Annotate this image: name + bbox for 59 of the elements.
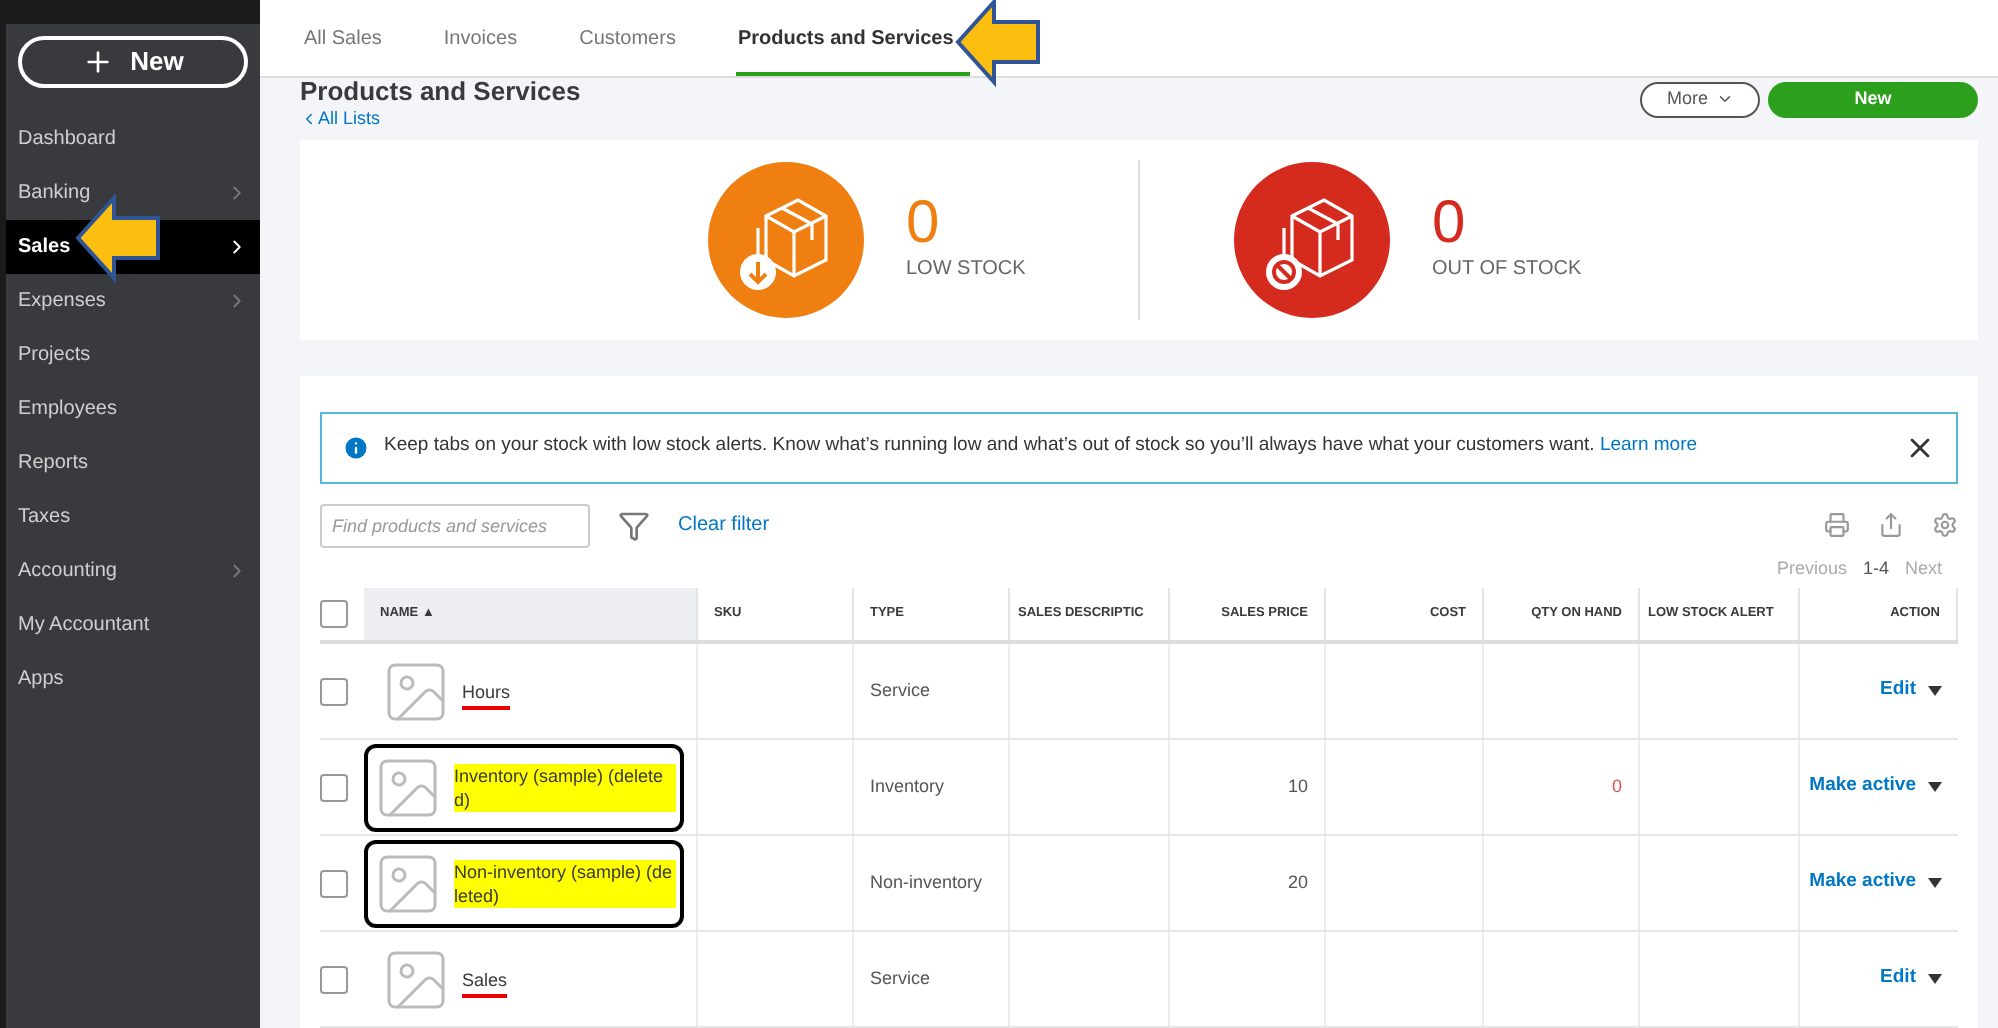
action-link[interactable]: Make active xyxy=(1809,772,1916,802)
caret-icon[interactable] xyxy=(1928,878,1942,888)
sidebar-item[interactable]: Apps xyxy=(6,652,260,706)
sidebar-item[interactable]: Dashboard xyxy=(6,112,260,166)
checkbox[interactable] xyxy=(320,965,348,993)
sidebar-item[interactable]: Banking xyxy=(6,166,260,220)
search-field[interactable]: Find products and services xyxy=(320,503,590,547)
caret-icon[interactable] xyxy=(1928,686,1942,696)
sidebar-item[interactable]: My Accountant xyxy=(6,598,260,652)
action-link[interactable]: Edit xyxy=(1880,964,1916,994)
sidebar-item[interactable]: Expenses xyxy=(6,274,260,328)
info-icon xyxy=(342,433,370,461)
tab[interactable]: Customers xyxy=(577,23,692,76)
stock-count: 0 xyxy=(1432,194,1468,255)
alert-text: Keep tabs on your stock with low stock alerts. Know what’s running low and what’s out of stock so you’ll always have what your customers want. Learn more xyxy=(384,432,1700,461)
box-download-icon xyxy=(706,159,866,320)
arrow-annotation-icon xyxy=(953,0,1042,88)
sidebar-item[interactable]: Taxes xyxy=(6,490,260,544)
settings-icon[interactable] xyxy=(1932,512,1958,538)
stock-count: 0 xyxy=(906,194,942,255)
chevron-left-icon xyxy=(300,110,318,129)
checkbox[interactable] xyxy=(320,677,348,705)
all-lists-link[interactable]: All Lists xyxy=(300,105,581,133)
highlighted-item-name[interactable]: Inventory (sample) (deleted) xyxy=(454,763,676,811)
sidebar-item[interactable]: Accounting xyxy=(6,544,260,598)
qty-cell-text: 0 xyxy=(1611,773,1622,800)
page-range: 1-4 xyxy=(1862,555,1889,581)
action-link[interactable]: Make active xyxy=(1809,868,1916,898)
tab[interactable]: All Sales xyxy=(302,23,398,76)
checkbox[interactable] xyxy=(320,600,348,628)
box-blocked-icon xyxy=(1232,159,1392,320)
checkbox[interactable] xyxy=(320,869,348,897)
type-cell-text: Service xyxy=(870,677,931,704)
new-button[interactable]: New xyxy=(18,36,248,88)
sidebar-item[interactable]: Reports xyxy=(6,436,260,490)
more-button[interactable]: More xyxy=(1640,81,1760,118)
type-cell-text: Service xyxy=(870,965,931,992)
underlined-item-name[interactable]: Sales xyxy=(462,967,508,991)
underlined-item-name[interactable]: Hours xyxy=(462,679,511,703)
type-cell-text: Non-inventory xyxy=(870,869,983,896)
type-cell-text: Inventory xyxy=(870,773,945,800)
page-title: Products and Services xyxy=(300,77,581,106)
price-cell-text: 20 xyxy=(1287,869,1308,896)
print-icon[interactable] xyxy=(1824,512,1850,538)
stock-label: LOW STOCK xyxy=(906,256,1026,285)
learn-more-link[interactable]: Learn more xyxy=(1599,434,1698,457)
sidebar-item[interactable]: Employees xyxy=(6,382,260,436)
tab[interactable]: Invoices xyxy=(441,23,534,76)
sidebar-item[interactable]: Projects xyxy=(6,328,260,382)
clear-filter-link[interactable]: Clear filter xyxy=(678,510,770,540)
export-icon[interactable] xyxy=(1878,512,1904,538)
checkbox[interactable] xyxy=(320,773,348,801)
stock-label: OUT OF STOCK xyxy=(1432,256,1582,285)
filter-icon[interactable] xyxy=(618,509,650,541)
price-cell-text: 10 xyxy=(1287,773,1308,800)
action-link[interactable]: Edit xyxy=(1880,676,1916,706)
caret-icon[interactable] xyxy=(1928,974,1942,984)
caret-icon[interactable] xyxy=(1928,782,1942,792)
highlighted-item-name[interactable]: Non-inventory (sample) (deleted) xyxy=(454,859,676,907)
